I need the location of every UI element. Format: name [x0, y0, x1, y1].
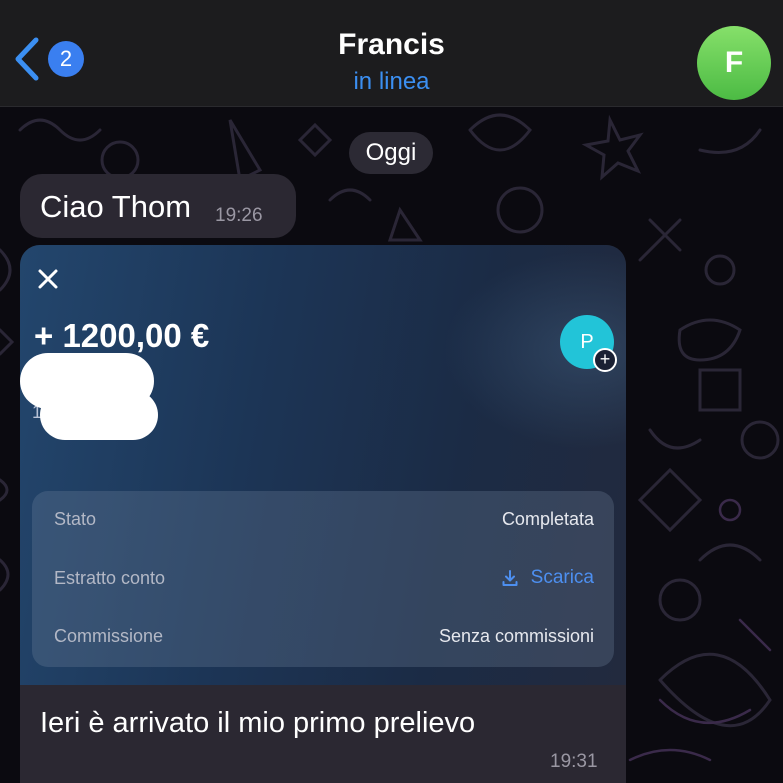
message-text: Ieri è arrivato il mio primo prelievo	[40, 707, 476, 739]
message-time: 19:26	[215, 205, 263, 226]
contact-avatar[interactable]: F	[697, 26, 771, 100]
transaction-amount: + 1200,00 €	[34, 317, 210, 354]
detail-label: Estratto conto	[54, 568, 166, 588]
image-message-bubble[interactable]: + 1200,00 € 1 P + Stato Completata Estra…	[20, 245, 626, 783]
transaction-receipt-image[interactable]: + 1200,00 € 1 P + Stato Completata Estra…	[20, 245, 626, 685]
close-icon	[38, 269, 58, 289]
transaction-details-panel: Stato Completata Estratto conto Scarica …	[32, 491, 614, 667]
detail-label: Stato	[54, 509, 97, 529]
detail-label: Commissione	[54, 626, 164, 646]
contact-status: in linea	[353, 68, 430, 95]
message-time: 19:31	[550, 751, 598, 772]
message-bubble[interactable]: Ciao Thom 19:26	[20, 174, 296, 238]
detail-row-status: Stato Completata	[54, 509, 594, 533]
message-text: Ciao Thom	[40, 189, 192, 224]
redaction-scribble	[40, 390, 158, 440]
detail-value: Completata	[501, 509, 594, 529]
detail-row-statement: Estratto conto Scarica	[54, 567, 594, 592]
download-statement-link[interactable]: Scarica	[501, 567, 594, 589]
chat-header: 2 Francis in linea F	[0, 0, 783, 107]
download-icon	[502, 570, 518, 586]
add-contact-icon: +	[593, 348, 617, 372]
contact-name[interactable]: Francis	[0, 28, 783, 62]
detail-value: Senza commissioni	[438, 626, 594, 646]
detail-row-fee: Commissione Senza commissioni	[54, 626, 594, 650]
date-separator: Oggi	[349, 132, 433, 174]
download-label: Scarica	[530, 567, 594, 588]
